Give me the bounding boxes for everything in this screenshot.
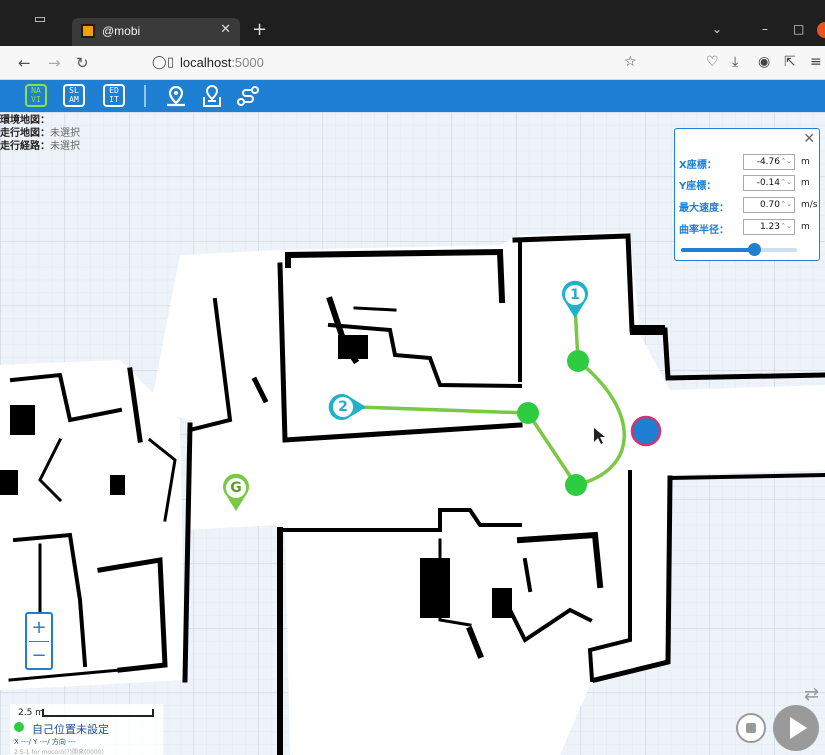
zoom-in-button[interactable]: +	[27, 614, 51, 641]
slam-mode-button[interactable]: SL AM	[63, 84, 85, 107]
navi-mode-label-bottom: VI	[31, 94, 41, 104]
page-icon: ▯	[167, 55, 175, 70]
play-icon	[790, 717, 807, 739]
max-speed-unit: m/s	[801, 200, 818, 210]
y-coord-row: Y座標： -0.14 ⌃⌄ m	[679, 175, 819, 193]
browser-tab-bar: ▭ @mobi ✕ + ⌄ – □	[0, 0, 825, 46]
favicon-icon	[81, 24, 95, 38]
run-map-row: 走行地図：未選択	[0, 127, 80, 140]
run-route-row: 走行経路：未選択	[0, 140, 80, 153]
new-tab-icon[interactable]: +	[252, 19, 267, 40]
location-pin-icon[interactable]	[164, 85, 188, 107]
slider-fill	[681, 248, 755, 252]
curvature-radius-label: 曲率半径：	[679, 225, 729, 236]
zoom-control: + −	[25, 612, 53, 670]
y-coord-input[interactable]: -0.14 ⌃⌄	[743, 175, 795, 191]
coordinate-readout: X ---/ Y ---/ 方向 ---	[14, 738, 76, 746]
loop-icon[interactable]: ⇄	[804, 684, 819, 705]
curvature-radius-value: 1.23	[759, 222, 780, 232]
max-speed-value: 0.70	[759, 200, 780, 210]
x-coord-unit: m	[801, 157, 810, 167]
run-map-label: 走行地図：	[0, 128, 50, 139]
curvature-radius-row: 曲率半径： 1.23 ⌃⌄ m	[679, 219, 819, 237]
reload-icon[interactable]: ↻	[76, 54, 89, 72]
spinner-icon[interactable]: ⌃⌄	[780, 200, 792, 208]
max-speed-row: 最大速度： 0.70 ⌃⌄ m/s	[679, 197, 819, 215]
browser-tab[interactable]: @mobi ✕	[72, 18, 240, 46]
spinner-icon[interactable]: ⌃⌄	[780, 157, 792, 165]
toolbar-divider	[144, 85, 146, 107]
curvature-slider[interactable]	[681, 243, 797, 256]
tab-close-icon[interactable]: ✕	[220, 22, 231, 37]
path-node[interactable]	[517, 402, 539, 424]
env-map-row: 環境地図：	[0, 114, 80, 127]
stop-icon	[746, 723, 756, 733]
maximize-icon[interactable]: □	[793, 22, 804, 36]
robot-marker[interactable]	[630, 415, 662, 447]
address-bar: ← → ↻ ◯ ▯ localhost:5000 ☆ ♡ ⤓ ◉ ⇱ ≡	[0, 46, 825, 80]
tab-list-icon[interactable]: ▭	[32, 12, 48, 28]
back-icon[interactable]: ←	[18, 54, 31, 72]
position-status-icon	[14, 722, 24, 732]
curvature-radius-input[interactable]: 1.23 ⌃⌄	[743, 219, 795, 235]
window-close-icon[interactable]	[817, 22, 825, 38]
tab-title: @mobi	[102, 24, 141, 38]
x-coord-value: -4.76	[756, 157, 780, 167]
slam-mode-label-bottom: AM	[69, 94, 79, 104]
hint-text: 2.5-1 for mocoro(?)開発(0000)	[14, 749, 104, 755]
x-coord-row: X座標： -4.76 ⌃⌄ m	[679, 154, 819, 172]
slider-thumb[interactable]	[747, 243, 761, 256]
scale-bar	[42, 709, 154, 717]
edit-mode-button[interactable]: ED IT	[103, 84, 125, 107]
position-status-text: 自己位置未設定	[32, 723, 109, 736]
scale-label: 2.5 m	[18, 708, 44, 718]
minimize-icon[interactable]: –	[762, 22, 768, 36]
x-coord-label: X座標：	[679, 160, 717, 171]
stop-button[interactable]	[736, 713, 766, 743]
navi-mode-button[interactable]: NA VI	[25, 84, 47, 107]
waypoint-label-2: 2	[338, 399, 348, 415]
waypoint-settings-panel: ✕ X座標： -4.76 ⌃⌄ m Y座標： -0.14 ⌃⌄ m 最大速度： 0.…	[674, 128, 820, 261]
goal-label: G	[230, 480, 242, 496]
close-icon[interactable]: ✕	[803, 131, 815, 147]
status-panel: 2.5 m 自己位置未設定 X ---/ Y ---/ 方向 --- 2.5-1…	[10, 704, 163, 755]
account-icon[interactable]: ◉	[758, 54, 770, 70]
max-speed-label: 最大速度：	[679, 203, 729, 214]
edit-mode-label-bottom: IT	[109, 94, 119, 104]
curvature-radius-unit: m	[801, 222, 810, 232]
map-pin-icon[interactable]	[200, 85, 224, 107]
url-field[interactable]: localhost:5000	[180, 55, 264, 70]
path-node[interactable]	[567, 350, 589, 372]
pocket-icon[interactable]: ♡	[706, 54, 719, 70]
zoom-out-button[interactable]: −	[27, 642, 51, 669]
route-icon[interactable]	[236, 85, 260, 107]
y-coord-value: -0.14	[756, 178, 780, 188]
download-icon[interactable]: ⤓	[732, 54, 738, 70]
y-coord-unit: m	[801, 178, 810, 188]
env-map-label: 環境地図：	[0, 115, 50, 126]
spinner-icon[interactable]: ⌃⌄	[780, 222, 792, 230]
x-coord-input[interactable]: -4.76 ⌃⌄	[743, 154, 795, 170]
max-speed-input[interactable]: 0.70 ⌃⌄	[743, 197, 795, 213]
app-toolbar: NA VI SL AM ED IT	[0, 80, 825, 112]
menu-icon[interactable]: ≡	[810, 54, 822, 70]
extensions-icon[interactable]: ⇱	[784, 54, 796, 70]
spinner-icon[interactable]: ⌃⌄	[780, 178, 792, 186]
play-button[interactable]	[773, 705, 819, 751]
map-info: 環境地図： 走行地図：未選択 走行経路：未選択	[0, 114, 80, 153]
forward-icon[interactable]: →	[48, 54, 61, 72]
run-route-label: 走行経路：	[0, 141, 50, 152]
y-coord-label: Y座標：	[679, 181, 717, 192]
tab-overflow-chevron-icon[interactable]: ⌄	[712, 22, 722, 36]
bookmark-star-icon[interactable]: ☆	[624, 54, 637, 70]
run-map-value: 未選択	[50, 128, 80, 139]
waypoint-label-1: 1	[570, 287, 580, 303]
path-node[interactable]	[565, 474, 587, 496]
shield-icon[interactable]: ◯	[152, 55, 167, 70]
run-route-value: 未選択	[50, 141, 80, 152]
